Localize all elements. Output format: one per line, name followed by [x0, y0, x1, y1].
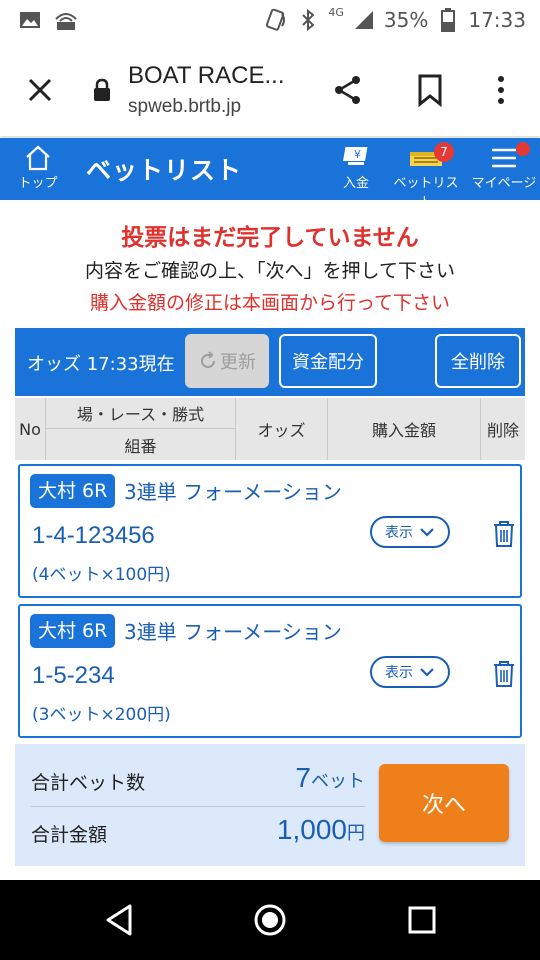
battery-icon [436, 8, 460, 32]
summary-divider [31, 806, 365, 807]
cellular-icon [352, 8, 376, 32]
trash-icon [494, 521, 514, 547]
bet-combination: 1-4-123456 [32, 522, 155, 549]
bet-type: 3連単 フォーメーション [124, 480, 342, 504]
refresh-label: 更新 [220, 352, 256, 373]
system-nav-bar [0, 880, 540, 960]
refresh-icon [201, 351, 215, 368]
signal-icon [54, 8, 78, 32]
browser-toolbar: BOAT RACE... spweb.brtb.jp [0, 44, 540, 136]
more-vert-icon [498, 76, 504, 104]
circle-home-icon [254, 904, 286, 936]
summary-panel: 合計ベット数 7ベット 合計金額 1,000円 次へ [15, 744, 525, 866]
trash-icon [494, 661, 514, 687]
close-button[interactable] [24, 74, 56, 106]
venue-badge: 大村 6R [30, 474, 116, 508]
nfc-icon [264, 8, 288, 32]
recents-button[interactable] [404, 902, 440, 938]
total-amount-label: 合計金額 [31, 824, 108, 846]
col-odds: オッズ [236, 398, 328, 460]
browser-title: BOAT RACE... [128, 62, 285, 89]
network-label: 4G [328, 5, 344, 19]
allocate-funds-button[interactable]: 資金配分 [279, 334, 377, 388]
total-bets-unit: ベット [311, 771, 365, 792]
table-header: No 場・レース・勝式 組番 オッズ 購入金額 削除 [15, 398, 525, 460]
total-amount-row: 合計金額 1,000円 [31, 814, 365, 854]
refresh-button[interactable]: 更新 [185, 334, 269, 388]
bet-type: 3連単 フォーメーション [124, 620, 342, 644]
fix-amount-message: 購入金額の修正は本画面から行って下さい [89, 292, 451, 314]
clear-all-button[interactable]: 全削除 [435, 334, 521, 388]
page-title: ベットリスト [86, 156, 243, 185]
col-no: No [15, 398, 46, 460]
betlist-button[interactable]: 7 ベットリスト [390, 142, 462, 210]
lock-icon [92, 78, 112, 102]
total-bets-value: 7ベット [295, 762, 365, 794]
odds-time: オッズ 17:33現在 [27, 354, 175, 375]
status-bar: 4G 35% 17:33 [0, 0, 540, 44]
mypage-label: マイページ [471, 176, 537, 191]
deposit-button[interactable]: ¥ 入金 [336, 144, 376, 191]
odds-toolbar: オッズ 17:33現在 更新 資金配分 全削除 [15, 328, 525, 396]
notification-dot [516, 142, 530, 156]
total-amount-unit: 円 [347, 823, 365, 844]
bluetooth-icon [296, 8, 320, 32]
next-button[interactable]: 次へ [379, 764, 509, 842]
total-bets-row: 合計ベット数 7ベット [31, 762, 365, 802]
total-amount-value: 1,000円 [277, 814, 365, 846]
col-delete: 削除 [486, 421, 519, 440]
recents-icon [408, 906, 436, 934]
betlist-badge: 7 [434, 142, 454, 162]
share-button[interactable] [330, 72, 366, 108]
browser-url[interactable]: spweb.brtb.jp [128, 96, 241, 118]
browser-menu-button[interactable] [486, 72, 516, 108]
svg-text:¥: ¥ [354, 148, 361, 161]
chevron-down-icon [420, 528, 434, 537]
total-bets-label: 合計ベット数 [31, 772, 146, 794]
bet-card: 大村 6R 3連単 フォーメーション 1-4-123456 (4ベット×100円… [18, 464, 522, 598]
col-place-race-type: 場・レース・勝式 [46, 398, 236, 429]
deposit-icon: ¥ [343, 147, 368, 165]
bookmark-icon [418, 74, 442, 108]
delete-bet-button[interactable] [492, 660, 516, 688]
delete-bet-button[interactable] [492, 520, 516, 548]
show-label: 表示 [385, 665, 413, 681]
deposit-label: 入金 [342, 176, 369, 191]
back-button[interactable] [102, 902, 138, 938]
battery-percent: 35% [383, 8, 429, 32]
show-details-button[interactable]: 表示 [370, 516, 450, 548]
chevron-down-icon [420, 668, 434, 677]
betlist-label: ベットリスト [393, 176, 459, 210]
show-label: 表示 [385, 525, 413, 541]
share-icon [335, 76, 360, 104]
home-label: トップ [18, 176, 58, 191]
bookmark-button[interactable] [412, 72, 448, 108]
back-icon [106, 904, 132, 936]
total-bets-number: 7 [295, 762, 311, 793]
confirm-message: 内容をご確認の上、「次へ」を押して下さい [85, 260, 455, 282]
image-icon [18, 8, 42, 32]
site-header: トップ ベットリスト ¥ 入金 7 ベットリスト マイページ [0, 138, 540, 210]
close-icon [28, 78, 52, 102]
total-amount-number: 1,000 [276, 814, 347, 845]
bet-count: (4ベット×100円) [32, 565, 171, 585]
col-amount: 購入金額 [328, 398, 481, 460]
home-button[interactable]: トップ [14, 144, 62, 191]
venue-badge: 大村 6R [30, 614, 116, 648]
show-details-button[interactable]: 表示 [370, 656, 450, 688]
clock: 17:33 [468, 8, 526, 32]
home-icon [26, 145, 50, 171]
bet-card: 大村 6R 3連単 フォーメーション 1-5-234 (3ベット×200円) 表… [18, 604, 522, 738]
not-complete-message: 投票はまだ完了していません [121, 225, 419, 251]
col-combination: 組番 [46, 429, 236, 460]
mypage-button[interactable]: マイページ [470, 142, 538, 191]
bet-count: (3ベット×200円) [32, 705, 171, 725]
bet-combination: 1-5-234 [32, 662, 115, 689]
home-nav-button[interactable] [252, 902, 288, 938]
